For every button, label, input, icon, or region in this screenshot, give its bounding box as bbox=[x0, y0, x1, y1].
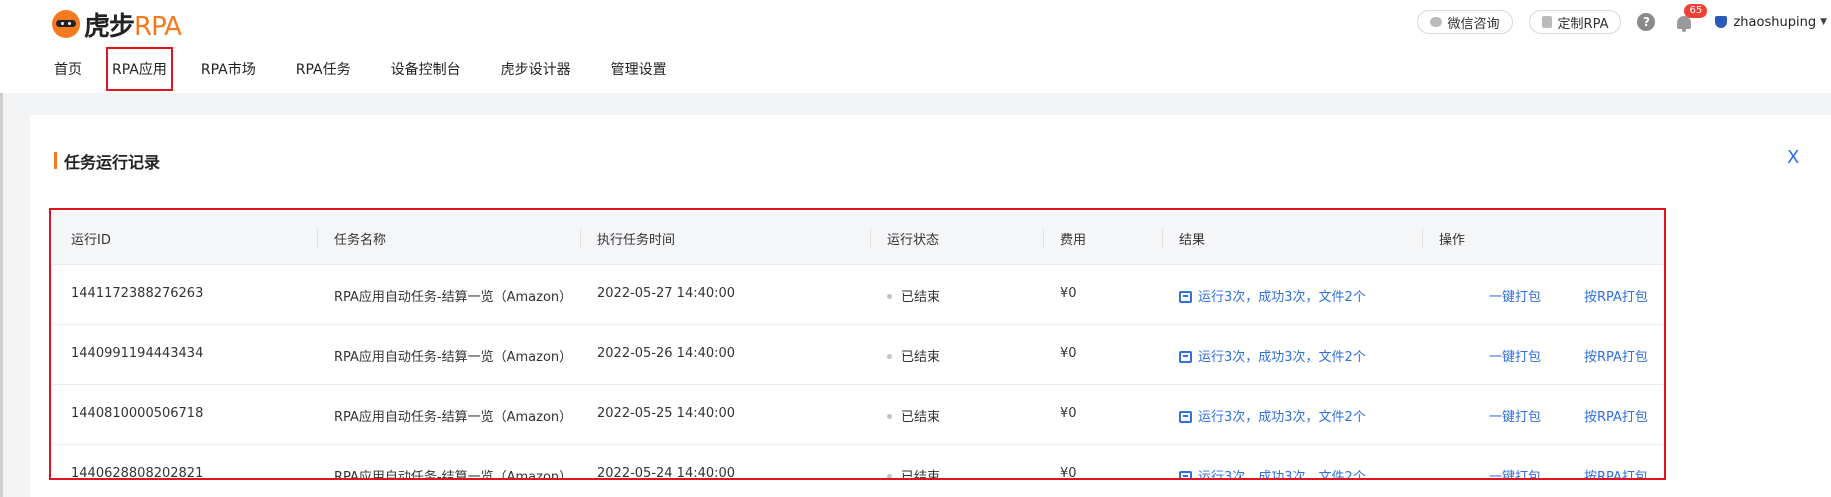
nav-device-console[interactable]: 设备控制台 bbox=[391, 59, 461, 79]
report-icon bbox=[1179, 290, 1192, 303]
column-divider bbox=[317, 228, 318, 248]
close-icon[interactable]: X bbox=[1787, 147, 1799, 168]
cell-exec-time: 2022-05-26 14:40:00 bbox=[597, 346, 736, 361]
result-text: 运行3次，成功3次，文件2个 bbox=[1198, 350, 1366, 365]
cell-status: 已结束 bbox=[887, 466, 941, 480]
cell-fee: ¥0 bbox=[1060, 346, 1077, 361]
result-link[interactable]: 运行3次，成功3次，文件2个 bbox=[1179, 406, 1366, 425]
custom-rpa-button[interactable]: 定制RPA bbox=[1528, 10, 1622, 34]
question-circle-icon[interactable]: ? bbox=[1637, 13, 1656, 31]
status-text: 已结束 bbox=[901, 290, 941, 305]
status-text: 已结束 bbox=[901, 350, 941, 365]
wechat-icon bbox=[1429, 17, 1442, 27]
column-divider bbox=[870, 228, 871, 248]
pack-by-rpa-link[interactable]: 按RPA打包 bbox=[1584, 466, 1648, 478]
shield-user-icon bbox=[1715, 16, 1728, 28]
pack-by-rpa-link[interactable]: 按RPA打包 bbox=[1584, 346, 1648, 365]
status-dot-icon bbox=[887, 414, 892, 419]
col-status: 运行状态 bbox=[887, 233, 940, 248]
cell-task-name: RPA应用自动任务-结算一览（Amazon） bbox=[334, 470, 573, 480]
cell-fee: ¥0 bbox=[1060, 286, 1077, 301]
status-dot-icon bbox=[887, 354, 892, 359]
report-icon bbox=[1179, 410, 1192, 423]
one-click-pack-link[interactable]: 一键打包 bbox=[1489, 406, 1541, 425]
wechat-consult-button[interactable]: 微信咨询 bbox=[1416, 10, 1513, 34]
one-click-pack-link[interactable]: 一键打包 bbox=[1489, 346, 1541, 365]
cell-run-id: 1440628808202821 bbox=[71, 466, 204, 480]
result-link[interactable]: 运行3次，成功3次，文件2个 bbox=[1179, 346, 1366, 365]
table-header: 运行ID 任务名称 执行任务时间 运行状态 费用 结果 操作 bbox=[53, 212, 1664, 264]
main-nav: 首页 RPA应用 RPA市场 RPA任务 设备控制台 虎步设计器 管理设置 bbox=[54, 47, 707, 91]
cell-status: 已结束 bbox=[887, 346, 940, 365]
status-dot-icon bbox=[887, 294, 892, 299]
table-row: 1441172388276263 RPA应用自动任务-结算一览（Amazon） … bbox=[53, 264, 1664, 324]
top-header: 虎步RPA 首页 RPA应用 RPA市场 RPA任务 设备控制台 虎步设计器 管… bbox=[0, 0, 1831, 93]
status-text: 已结束 bbox=[901, 410, 941, 425]
cell-exec-time: 2022-05-24 14:40:00 bbox=[597, 466, 736, 480]
one-click-pack-link[interactable]: 一键打包 bbox=[1489, 286, 1541, 305]
pack-by-rpa-link[interactable]: 按RPA打包 bbox=[1584, 286, 1648, 305]
pack-by-rpa-link[interactable]: 按RPA打包 bbox=[1584, 406, 1648, 425]
status-dot-icon bbox=[887, 474, 892, 478]
cell-run-id: 1441172388276263 bbox=[71, 286, 204, 301]
nav-admin-settings[interactable]: 管理设置 bbox=[611, 59, 667, 79]
tiger-mask-icon bbox=[52, 10, 80, 38]
report-icon bbox=[1179, 350, 1192, 363]
result-link[interactable]: 运行3次，成功3次，文件2个 bbox=[1179, 286, 1366, 305]
column-divider bbox=[1162, 228, 1163, 248]
logo-en: RPA bbox=[134, 11, 182, 42]
nav-rpa-tasks[interactable]: RPA任务 bbox=[296, 59, 351, 79]
one-click-pack-link[interactable]: 一键打包 bbox=[1489, 466, 1541, 478]
cell-run-id: 1440991194443434 bbox=[71, 346, 204, 361]
col-result: 结果 bbox=[1179, 233, 1206, 248]
nav-rpa-market[interactable]: RPA市场 bbox=[201, 59, 256, 79]
cell-fee: ¥0 bbox=[1060, 406, 1077, 421]
report-icon bbox=[1179, 470, 1192, 478]
chevron-down-icon[interactable]: ▼ bbox=[1820, 17, 1827, 27]
notification-badge: 65 bbox=[1684, 4, 1708, 18]
table-row: 1440810000506718 RPA应用自动任务-结算一览（Amazon） … bbox=[53, 384, 1664, 444]
cell-task-name: RPA应用自动任务-结算一览（Amazon） bbox=[334, 350, 573, 365]
page-title: 任务运行记录 bbox=[64, 153, 161, 172]
cell-fee: ¥0 bbox=[1060, 466, 1077, 480]
table-row: 1440628808202821 RPA应用自动任务-结算一览（Amazon） … bbox=[53, 444, 1664, 480]
cell-exec-time: 2022-05-25 14:40:00 bbox=[597, 406, 736, 421]
nav-designer[interactable]: 虎步设计器 bbox=[501, 59, 571, 79]
header-actions: 微信咨询 定制RPA ? 65 zhaoshuping ▼ bbox=[1416, 4, 1831, 34]
notifications-button[interactable]: 65 bbox=[1675, 4, 1708, 32]
column-divider bbox=[1422, 228, 1423, 248]
col-run-id: 运行ID bbox=[71, 233, 111, 248]
result-text: 运行3次，成功3次，文件2个 bbox=[1198, 470, 1366, 480]
nav-rpa-apps[interactable]: RPA应用 bbox=[106, 47, 173, 91]
result-link[interactable]: 运行3次，成功3次，文件2个 bbox=[1179, 466, 1366, 480]
cell-status: 已结束 bbox=[887, 406, 940, 425]
col-actions: 操作 bbox=[1439, 233, 1466, 248]
title-accent-bar bbox=[54, 152, 57, 169]
cell-exec-time: 2022-05-27 14:40:00 bbox=[597, 286, 736, 301]
logo[interactable]: 虎步RPA bbox=[52, 6, 182, 43]
status-text: 已结束 bbox=[901, 470, 941, 480]
result-text: 运行3次，成功3次，文件2个 bbox=[1198, 410, 1366, 425]
col-exec-time: 执行任务时间 bbox=[597, 233, 676, 248]
logo-cn: 虎步 bbox=[84, 11, 135, 42]
cell-status: 已结束 bbox=[887, 286, 940, 305]
column-divider bbox=[580, 228, 581, 248]
username[interactable]: zhaoshuping bbox=[1733, 15, 1816, 30]
logo-text: 虎步RPA bbox=[84, 6, 182, 43]
col-task-name: 任务名称 bbox=[334, 233, 387, 248]
nav-home[interactable]: 首页 bbox=[54, 59, 82, 79]
cell-task-name: RPA应用自动任务-结算一览（Amazon） bbox=[334, 290, 573, 305]
custom-rpa-label: 定制RPA bbox=[1557, 16, 1609, 32]
run-records-table: 运行ID 任务名称 执行任务时间 运行状态 费用 结果 操作 144117238… bbox=[49, 208, 1666, 480]
cell-task-name: RPA应用自动任务-结算一览（Amazon） bbox=[334, 410, 573, 425]
document-icon bbox=[1541, 16, 1552, 28]
wechat-consult-label: 微信咨询 bbox=[1447, 16, 1500, 32]
result-text: 运行3次，成功3次，文件2个 bbox=[1198, 290, 1366, 305]
col-fee: 费用 bbox=[1060, 233, 1087, 248]
table-row: 1440991194443434 RPA应用自动任务-结算一览（Amazon） … bbox=[53, 324, 1664, 384]
column-divider bbox=[1043, 228, 1044, 248]
cell-run-id: 1440810000506718 bbox=[71, 406, 204, 421]
